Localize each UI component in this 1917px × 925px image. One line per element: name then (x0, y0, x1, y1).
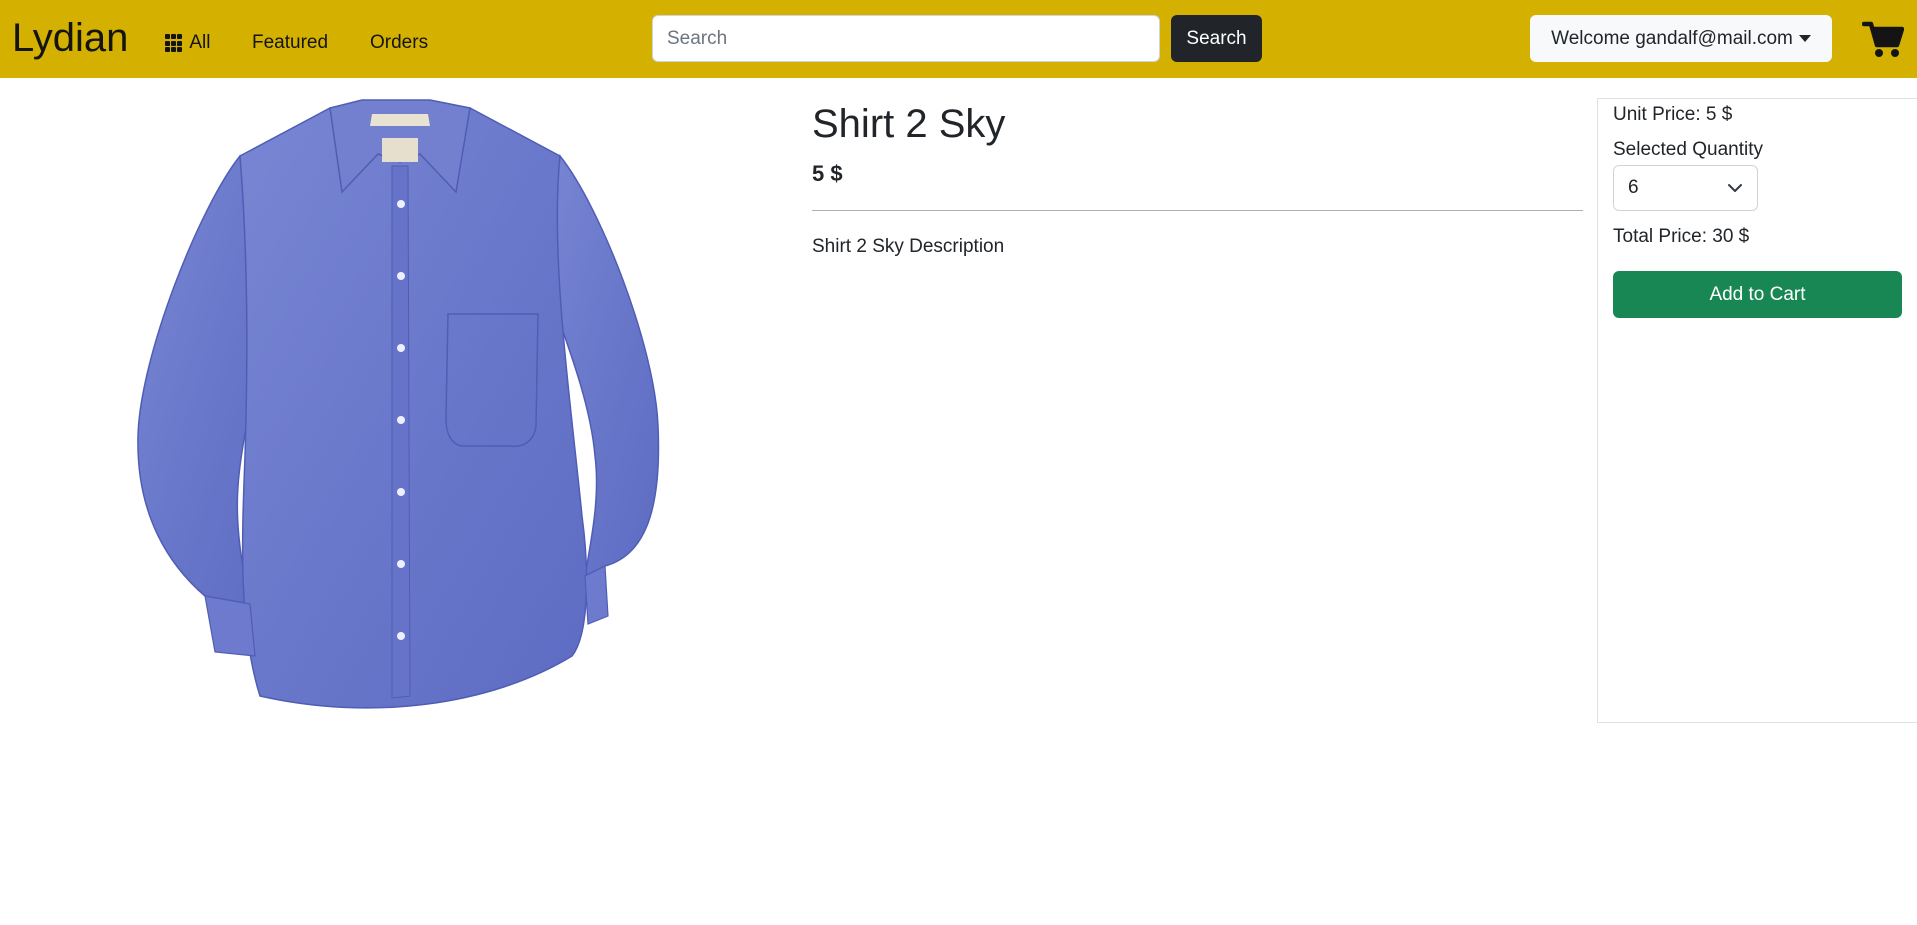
search-input[interactable] (652, 15, 1160, 62)
top-navbar: Lydian All Featured Orders Search Welcom… (0, 0, 1917, 78)
product-title: Shirt 2 Sky (812, 102, 1006, 146)
quantity-value: 6 (1628, 177, 1639, 198)
quantity-select[interactable]: 6 (1613, 165, 1758, 211)
product-image (130, 96, 670, 726)
brand-logo-link[interactable]: Lydian (12, 16, 128, 60)
shirt-image (137, 99, 660, 709)
search-button[interactable]: Search (1171, 15, 1262, 62)
grid-icon (165, 34, 183, 52)
nav-link-all-label: All (189, 32, 211, 53)
nav-link-orders[interactable]: Orders (370, 30, 428, 56)
chevron-down-icon (1728, 184, 1742, 192)
add-to-cart-button[interactable]: Add to Cart (1613, 271, 1902, 318)
unit-price-text: Unit Price: 5 $ (1613, 104, 1733, 125)
user-menu-dropdown[interactable]: Welcome gandalf@mail.com (1530, 15, 1832, 62)
cart-icon (1861, 21, 1905, 57)
nav-link-featured[interactable]: Featured (252, 30, 328, 56)
user-menu-label: Welcome gandalf@mail.com (1551, 27, 1793, 49)
product-description: Shirt 2 Sky Description (812, 236, 1005, 257)
nav-link-all[interactable]: All (165, 30, 211, 56)
divider (812, 210, 1583, 211)
product-price: 5 $ (812, 161, 843, 186)
cart-button[interactable] (1861, 18, 1905, 60)
caret-down-icon (1798, 35, 1811, 42)
total-price-text: Total Price: 30 $ (1613, 226, 1750, 247)
quantity-label: Selected Quantity (1613, 139, 1763, 160)
